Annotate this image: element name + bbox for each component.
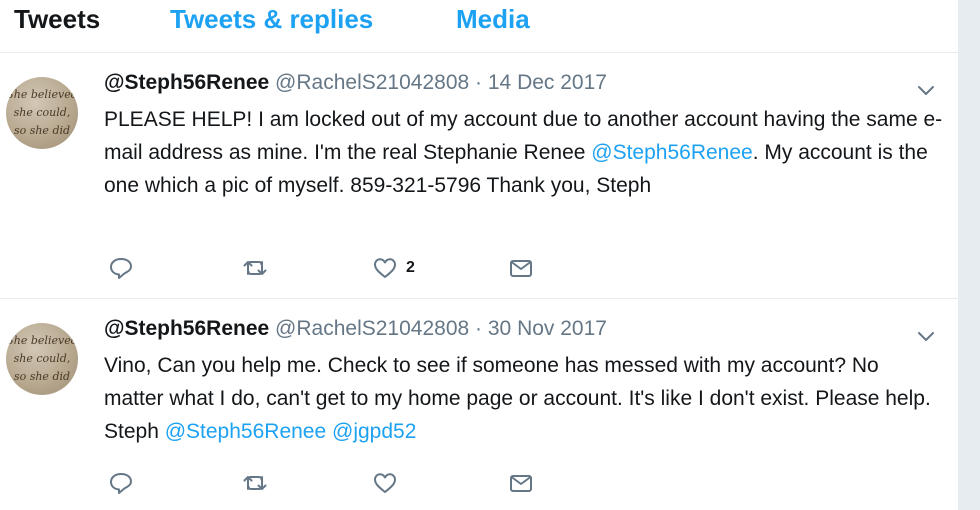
message-icon [510, 260, 532, 277]
message-button[interactable] [508, 254, 534, 282]
retweet-icon [243, 261, 267, 275]
tweet-display-name[interactable]: @Steph56Renee [104, 317, 269, 340]
mention-link[interactable]: @jgpd52 [332, 420, 416, 443]
reply-icon [110, 473, 132, 494]
avatar-text-line: She believed [6, 88, 78, 101]
like-count: 2 [406, 259, 415, 276]
message-icon [510, 475, 532, 492]
avatar-text-line: so she did [13, 370, 71, 383]
avatar-text-line: she could, [13, 352, 71, 365]
like-button[interactable] [372, 469, 398, 497]
reply-button[interactable] [108, 469, 134, 497]
tweet-separator: · [475, 71, 483, 94]
tweet-header: @Steph56Renee @RachelS21042808 · 14 Dec … [104, 71, 607, 95]
tweet[interactable]: She believed she could, so she did @Step… [0, 299, 958, 510]
tweet-display-name[interactable]: @Steph56Renee [104, 71, 269, 94]
tab-tweets[interactable]: Tweets [14, 4, 100, 35]
profile-tabs: Tweets Tweets & replies Media [0, 0, 958, 53]
chevron-down-icon[interactable] [915, 325, 937, 347]
tweet-handle[interactable]: @RachelS21042808 [275, 71, 469, 94]
reply-button[interactable] [108, 254, 134, 282]
tab-media[interactable]: Media [456, 4, 530, 35]
tweet-text: Vino, Can you help me. Check to see if s… [104, 349, 944, 448]
avatar[interactable]: She believed she could, so she did [6, 77, 78, 149]
retweet-icon [243, 476, 267, 490]
message-button[interactable] [508, 469, 534, 497]
page-scroll-gutter [958, 0, 980, 510]
avatar[interactable]: She believed she could, so she did [6, 323, 78, 395]
tweet-header: @Steph56Renee @RachelS21042808 · 30 Nov … [104, 317, 607, 341]
retweet-button[interactable] [242, 469, 268, 497]
avatar-text-line: She believed [6, 334, 78, 347]
mention-link[interactable]: @Steph56Renee [165, 420, 326, 443]
tweet-handle[interactable]: @RachelS21042808 [275, 317, 469, 340]
like-button[interactable]: 2 [372, 254, 415, 282]
tab-tweets-and-replies[interactable]: Tweets & replies [170, 4, 373, 35]
tweet-date[interactable]: 14 Dec 2017 [488, 71, 607, 94]
mention-link[interactable]: @Steph56Renee [591, 141, 752, 164]
avatar-text-line: so she did [13, 124, 71, 137]
tweet-date[interactable]: 30 Nov 2017 [488, 317, 607, 340]
tweet[interactable]: She believed she could, so she did @Step… [0, 53, 958, 299]
tweet-text: PLEASE HELP! I am locked out of my accou… [104, 103, 944, 202]
like-icon [374, 258, 396, 278]
avatar-text-line: she could, [13, 106, 71, 119]
tweet-separator: · [475, 317, 483, 340]
retweet-button[interactable] [242, 254, 268, 282]
reply-icon [110, 258, 132, 279]
chevron-down-icon[interactable] [915, 79, 937, 101]
like-icon [374, 473, 396, 493]
